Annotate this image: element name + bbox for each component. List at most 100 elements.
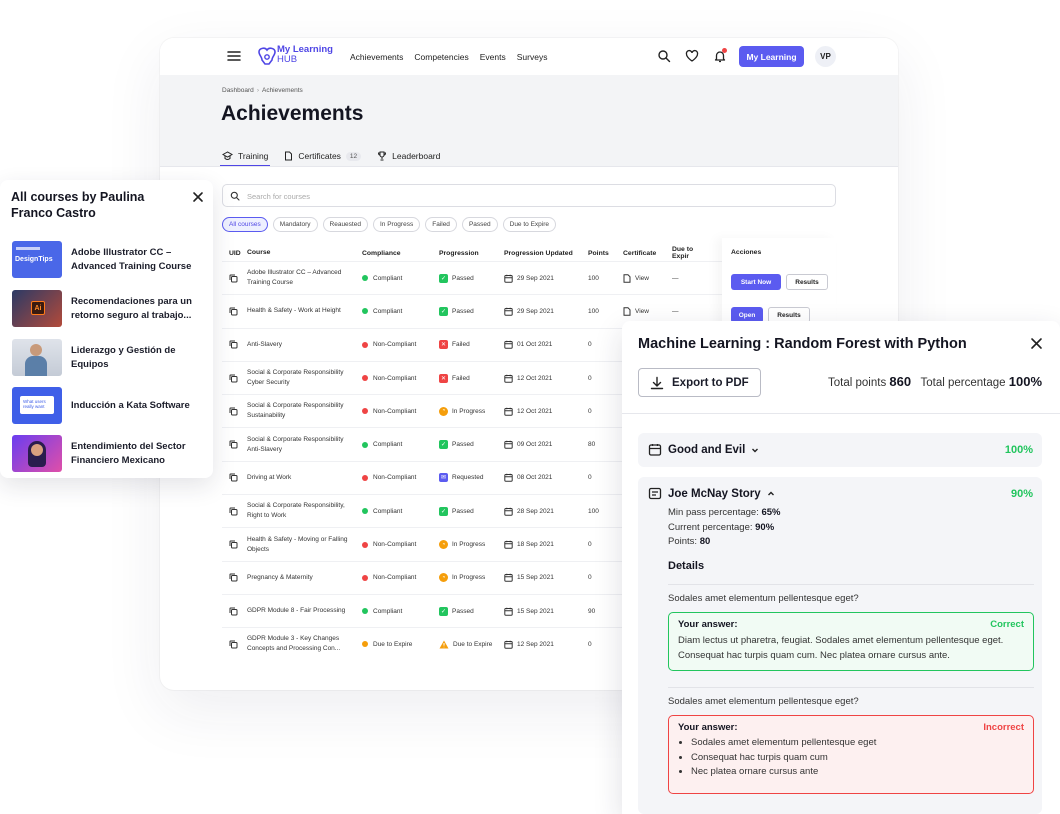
col-certificate[interactable]: Certificate (623, 250, 672, 257)
uid-cell[interactable] (222, 340, 247, 349)
col-course[interactable]: Course (247, 248, 362, 258)
course-item[interactable]: Liderazgo y Gestión de Equipos (12, 339, 207, 376)
breadcrumb-root[interactable]: Dashboard (222, 87, 254, 94)
date-text: 12 Sep 2021 (517, 640, 554, 648)
menu-achievements[interactable]: Achievements (350, 52, 403, 62)
results-button[interactable]: Results (786, 274, 828, 290)
avatar[interactable]: VP (815, 46, 836, 67)
answer-item: Consequat hac turpis quam cum (691, 751, 1024, 766)
course-cell[interactable]: Adobe Illustrator CC – Advanced Training… (247, 268, 362, 288)
export-to-pdf-button[interactable]: Export to PDF (638, 368, 761, 397)
uid-cell[interactable] (222, 473, 247, 482)
col-progression-updated[interactable]: Progression Updated (504, 250, 588, 257)
course-cell[interactable]: Pregnancy & Maternity (247, 573, 362, 583)
breadcrumb-separator: › (256, 87, 259, 94)
filter-mandatory[interactable]: Mandatory (272, 217, 318, 232)
filter-all-courses[interactable]: All courses (222, 217, 268, 232)
menu-events[interactable]: Events (480, 52, 506, 62)
course-cell[interactable]: Health & Safety - Work at Height (247, 306, 362, 316)
compliance-text: Compliant (373, 607, 403, 615)
uid-cell[interactable] (222, 507, 247, 516)
view-certificate-link[interactable]: View (635, 275, 649, 282)
breadcrumb-current: Achievements (261, 87, 303, 94)
date-cell: 15 Sep 2021 (504, 573, 588, 583)
course-cell[interactable]: Health & Safety - Moving or Falling Obje… (247, 535, 362, 555)
course-cell[interactable]: Driving at Work (247, 473, 362, 483)
requested-icon: ✉ (439, 473, 448, 483)
view-certificate-link[interactable]: View (635, 308, 649, 315)
heart-icon[interactable] (685, 49, 699, 63)
uid-cell[interactable] (222, 307, 247, 316)
hamburger-menu-icon[interactable] (225, 48, 243, 64)
tab-training[interactable]: Training (219, 146, 271, 167)
uid-cell[interactable] (222, 407, 247, 416)
col-points[interactable]: Points (588, 250, 623, 257)
uid-cell[interactable] (222, 573, 247, 582)
compliance-cell: Compliant (362, 308, 439, 315)
current-percentage-value: 90% (755, 521, 775, 533)
uid-cell[interactable] (222, 607, 247, 616)
filter-failed[interactable]: Failed (425, 217, 457, 232)
status-dot-icon (362, 641, 368, 648)
menu-competencies[interactable]: Competencies (414, 52, 468, 62)
progression-cell: ◔ In Progress (439, 406, 504, 416)
uid-cell[interactable] (222, 640, 247, 649)
points-label: Points: (668, 536, 698, 547)
total-points-value: 860 (889, 374, 912, 389)
uid-cell[interactable] (222, 274, 247, 283)
calendar-icon (504, 607, 513, 616)
date-cell: 18 Sep 2021 (504, 540, 588, 549)
course-cell[interactable]: Social & Corporate Responsibility Sustai… (247, 401, 362, 421)
filter-in-progress[interactable]: In Progress (372, 217, 421, 232)
course-cell[interactable]: GDPR Module 3 - Key Changes Concepts and… (247, 634, 362, 654)
course-cell[interactable]: Anti-Slavery (247, 340, 362, 350)
course-item[interactable]: DesignTips Adobe Illustrator CC – Advanc… (12, 241, 207, 278)
course-cell[interactable]: Social & Corporate Responsibility Anti-S… (247, 435, 362, 455)
compliance-text: Compliant (373, 441, 403, 449)
chevron-down-icon (752, 448, 759, 452)
filter-passed[interactable]: Passed (461, 217, 498, 232)
date-cell: 15 Sep 2021 (504, 607, 588, 616)
logo-text[interactable]: My Learning HUB (277, 45, 333, 65)
course-cell[interactable]: Social & Corporate Responsibility Cyber … (247, 368, 362, 388)
status-dot-icon (362, 574, 368, 581)
certificate-cell[interactable]: View (623, 307, 672, 316)
filter-due-to-expire[interactable]: Due to Expire (502, 217, 557, 232)
course-item[interactable]: What users really want Inducción a Kata … (12, 387, 207, 424)
passed-icon: ✓ (439, 506, 448, 516)
col-compliance[interactable]: Compliance (362, 250, 439, 257)
tab-certificates[interactable]: Certificates 12 (284, 146, 362, 166)
progression-text: Requested (452, 474, 484, 482)
certificate-cell[interactable]: View (623, 273, 672, 283)
col-uid[interactable]: UID (222, 250, 247, 257)
search-input[interactable] (245, 189, 805, 203)
section-good-and-evil[interactable]: Good and Evil 100% (638, 433, 1042, 467)
total-points-label: Total points (828, 377, 887, 389)
col-due-to-expire[interactable]: Due to Expir (672, 246, 712, 260)
illustrator-logo-icon: Ai (31, 301, 45, 315)
my-learning-button[interactable]: My Learning (739, 46, 804, 67)
course-item[interactable]: Ai Recomendaciones para un retorno segur… (12, 290, 207, 327)
menu-surveys[interactable]: Surveys (517, 52, 548, 62)
search-icon[interactable] (657, 49, 671, 63)
calendar-icon (504, 307, 513, 316)
filter-requested[interactable]: Reauested (322, 217, 368, 232)
calendar-icon (504, 374, 513, 383)
due-cell: — (672, 307, 679, 315)
uid-cell[interactable] (222, 374, 247, 383)
course-cell[interactable]: GDPR Module 8 - Fair Processing (247, 606, 362, 616)
status-dot-icon (362, 341, 368, 348)
close-icon[interactable] (1030, 337, 1043, 350)
close-icon[interactable] (192, 191, 204, 203)
col-progression[interactable]: Progression (439, 250, 504, 257)
warning-icon (439, 640, 449, 649)
uid-cell[interactable] (222, 540, 247, 549)
download-icon (650, 376, 664, 389)
course-item[interactable]: Entendimiento del Sector Financiero Mexi… (12, 435, 207, 472)
uid-cell[interactable] (222, 440, 247, 449)
course-cell[interactable]: Social & Corporate Responsibility, Right… (247, 501, 362, 521)
tab-leaderboard[interactable]: Leaderboard (377, 146, 440, 166)
section-header[interactable]: Joe McNay Story (648, 487, 775, 500)
start-now-button[interactable]: Start Now (731, 274, 781, 290)
answer-item: Nec platea ornare cursus ante (691, 765, 1024, 780)
